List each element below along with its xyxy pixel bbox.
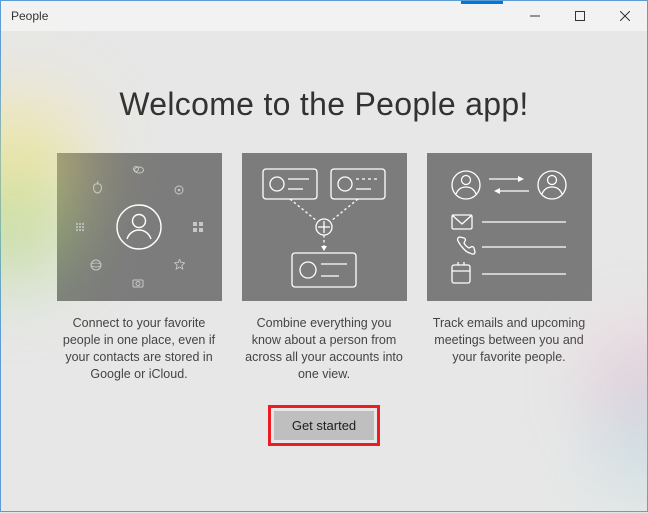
card-track: Track emails and upcoming meetings betwe… <box>427 153 592 383</box>
person-circle-icon <box>115 203 163 251</box>
connect-illustration <box>64 157 214 297</box>
cta-wrap: Get started <box>1 405 647 446</box>
close-button[interactable] <box>602 1 647 31</box>
star-icon <box>174 259 185 270</box>
card-caption: Combine everything you know about a pers… <box>242 315 407 383</box>
track-illustration <box>434 157 584 297</box>
ring-icon <box>174 185 184 195</box>
maximize-button[interactable] <box>557 1 602 31</box>
camera-icon <box>132 277 144 289</box>
card-combine: Combine everything you know about a pers… <box>242 153 407 383</box>
highlight-box: Get started <box>268 405 380 446</box>
page-title: Welcome to the People app! <box>1 31 647 123</box>
tile-track <box>427 153 592 301</box>
minimize-icon <box>530 11 540 21</box>
close-icon <box>620 11 630 21</box>
tile-connect <box>57 153 222 301</box>
window-controls <box>512 1 647 31</box>
window-title: People <box>1 9 512 23</box>
windows-icon <box>192 221 204 233</box>
content-area: Welcome to the People app! <box>1 31 647 513</box>
sphere-icon <box>90 259 102 271</box>
cards-row: Connect to your favorite people in one p… <box>1 153 647 383</box>
card-caption: Connect to your favorite people in one p… <box>57 315 222 383</box>
tab-accent <box>461 1 503 4</box>
maximize-icon <box>575 11 585 21</box>
apple-icon <box>92 181 103 194</box>
tile-combine <box>242 153 407 301</box>
card-caption: Track emails and upcoming meetings betwe… <box>427 315 592 366</box>
titlebar: People <box>1 1 647 31</box>
card-connect: Connect to your favorite people in one p… <box>57 153 222 383</box>
get-started-button[interactable]: Get started <box>274 411 374 440</box>
cloud-icon <box>132 163 144 175</box>
minimize-button[interactable] <box>512 1 557 31</box>
combine-illustration <box>249 157 399 297</box>
grid-icon <box>74 221 86 233</box>
